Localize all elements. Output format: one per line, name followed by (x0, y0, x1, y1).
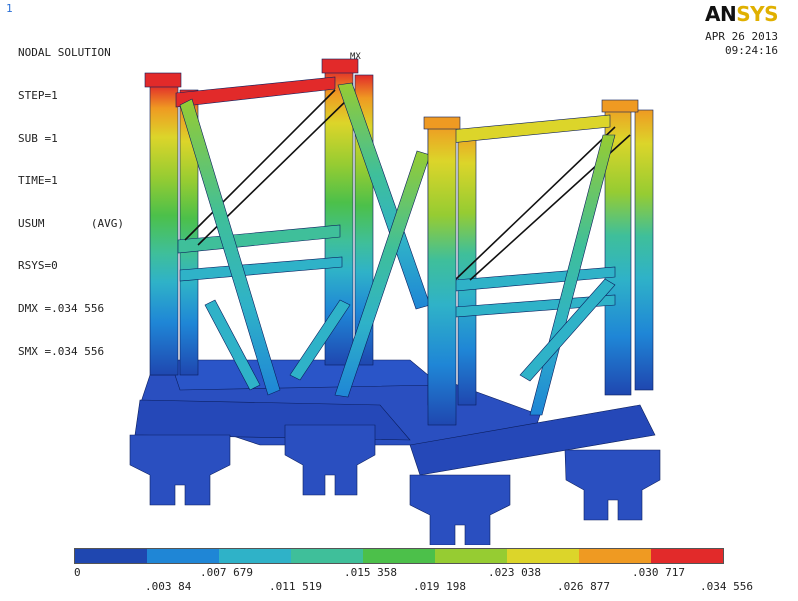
param-smx: SMX =.034 556 (18, 344, 105, 358)
param-dmx: DMX =.034 556 (18, 301, 105, 315)
legend-swatch (579, 549, 651, 563)
legend-swatch (363, 549, 435, 563)
legend-swatch (651, 549, 723, 563)
legend-color-bar (74, 548, 724, 564)
solution-info: NODAL SOLUTION STEP=1 SUB =1 TIME=1 USUM… (18, 18, 124, 373)
legend-swatch (75, 549, 147, 563)
legend-label-top: .023 038 (488, 566, 541, 579)
legend-label-bottom: .003 84 (145, 580, 192, 593)
window-number: 1 (6, 2, 13, 15)
legend-swatch (219, 549, 291, 563)
param-step: STEP=1 (18, 89, 58, 102)
legend-swatch (147, 549, 219, 563)
legend-swatch (507, 549, 579, 563)
right-frame (427, 104, 654, 416)
param-sub: SUB =1 (18, 131, 58, 145)
legend-label-bottom: .011 519 (269, 580, 322, 593)
datetime: APR 26 2013 09:24:16 (705, 30, 778, 58)
structure-model[interactable] (110, 45, 700, 545)
legend-label-top: .015 358 (344, 566, 397, 579)
date-text: APR 26 2013 (705, 30, 778, 43)
param-time: TIME=1 (18, 174, 58, 188)
legend-label-top: .030 717 (632, 566, 685, 579)
left-frame (144, 58, 374, 396)
legend-label-bottom: .026 877 (557, 580, 610, 593)
param-rsys: RSYS=0 (18, 259, 58, 273)
legend-label-top: 0 (74, 566, 81, 579)
legend-label-bottom: .019 198 (413, 580, 466, 593)
param-usum: USUM (AVG) (18, 216, 124, 230)
legend-swatch (291, 549, 363, 563)
solution-title: NODAL SOLUTION (18, 46, 111, 60)
ansys-logo: ANSYS (704, 2, 779, 26)
legend-label-top: .007 679 (200, 566, 253, 579)
time-text: 09:24:16 (725, 44, 778, 57)
legend-label-bottom: .034 556 (700, 580, 753, 593)
legend-swatch (435, 549, 507, 563)
